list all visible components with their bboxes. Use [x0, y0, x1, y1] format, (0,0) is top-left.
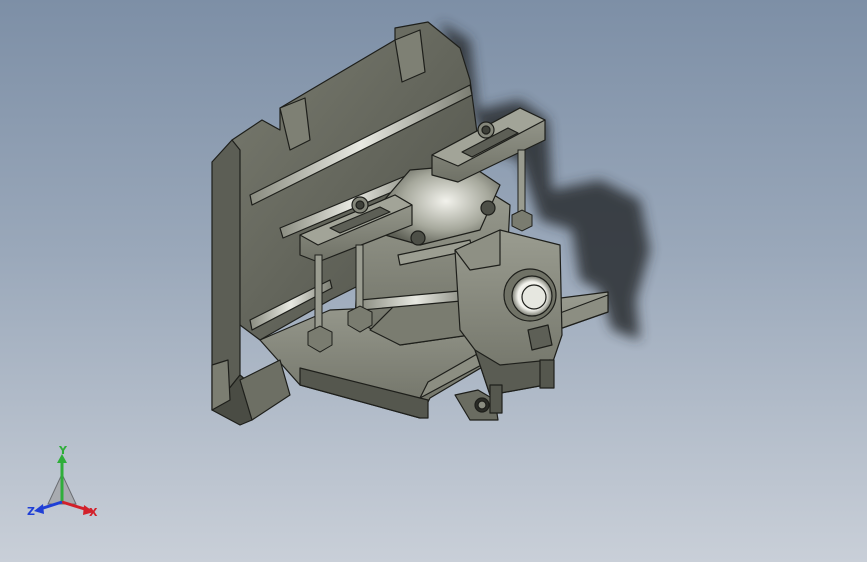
y-axis-label: Y — [58, 446, 68, 457]
cad-model[interactable] — [0, 0, 867, 562]
graphics-viewport[interactable]: Y X Z — [0, 0, 867, 562]
bearing-bracket[interactable] — [454, 229, 563, 414]
z-axis-label: Z — [27, 505, 35, 518]
z-axis-arrowhead — [34, 504, 44, 514]
x-axis-label: X — [89, 506, 98, 519]
orientation-triad[interactable]: Y X Z — [22, 446, 112, 526]
